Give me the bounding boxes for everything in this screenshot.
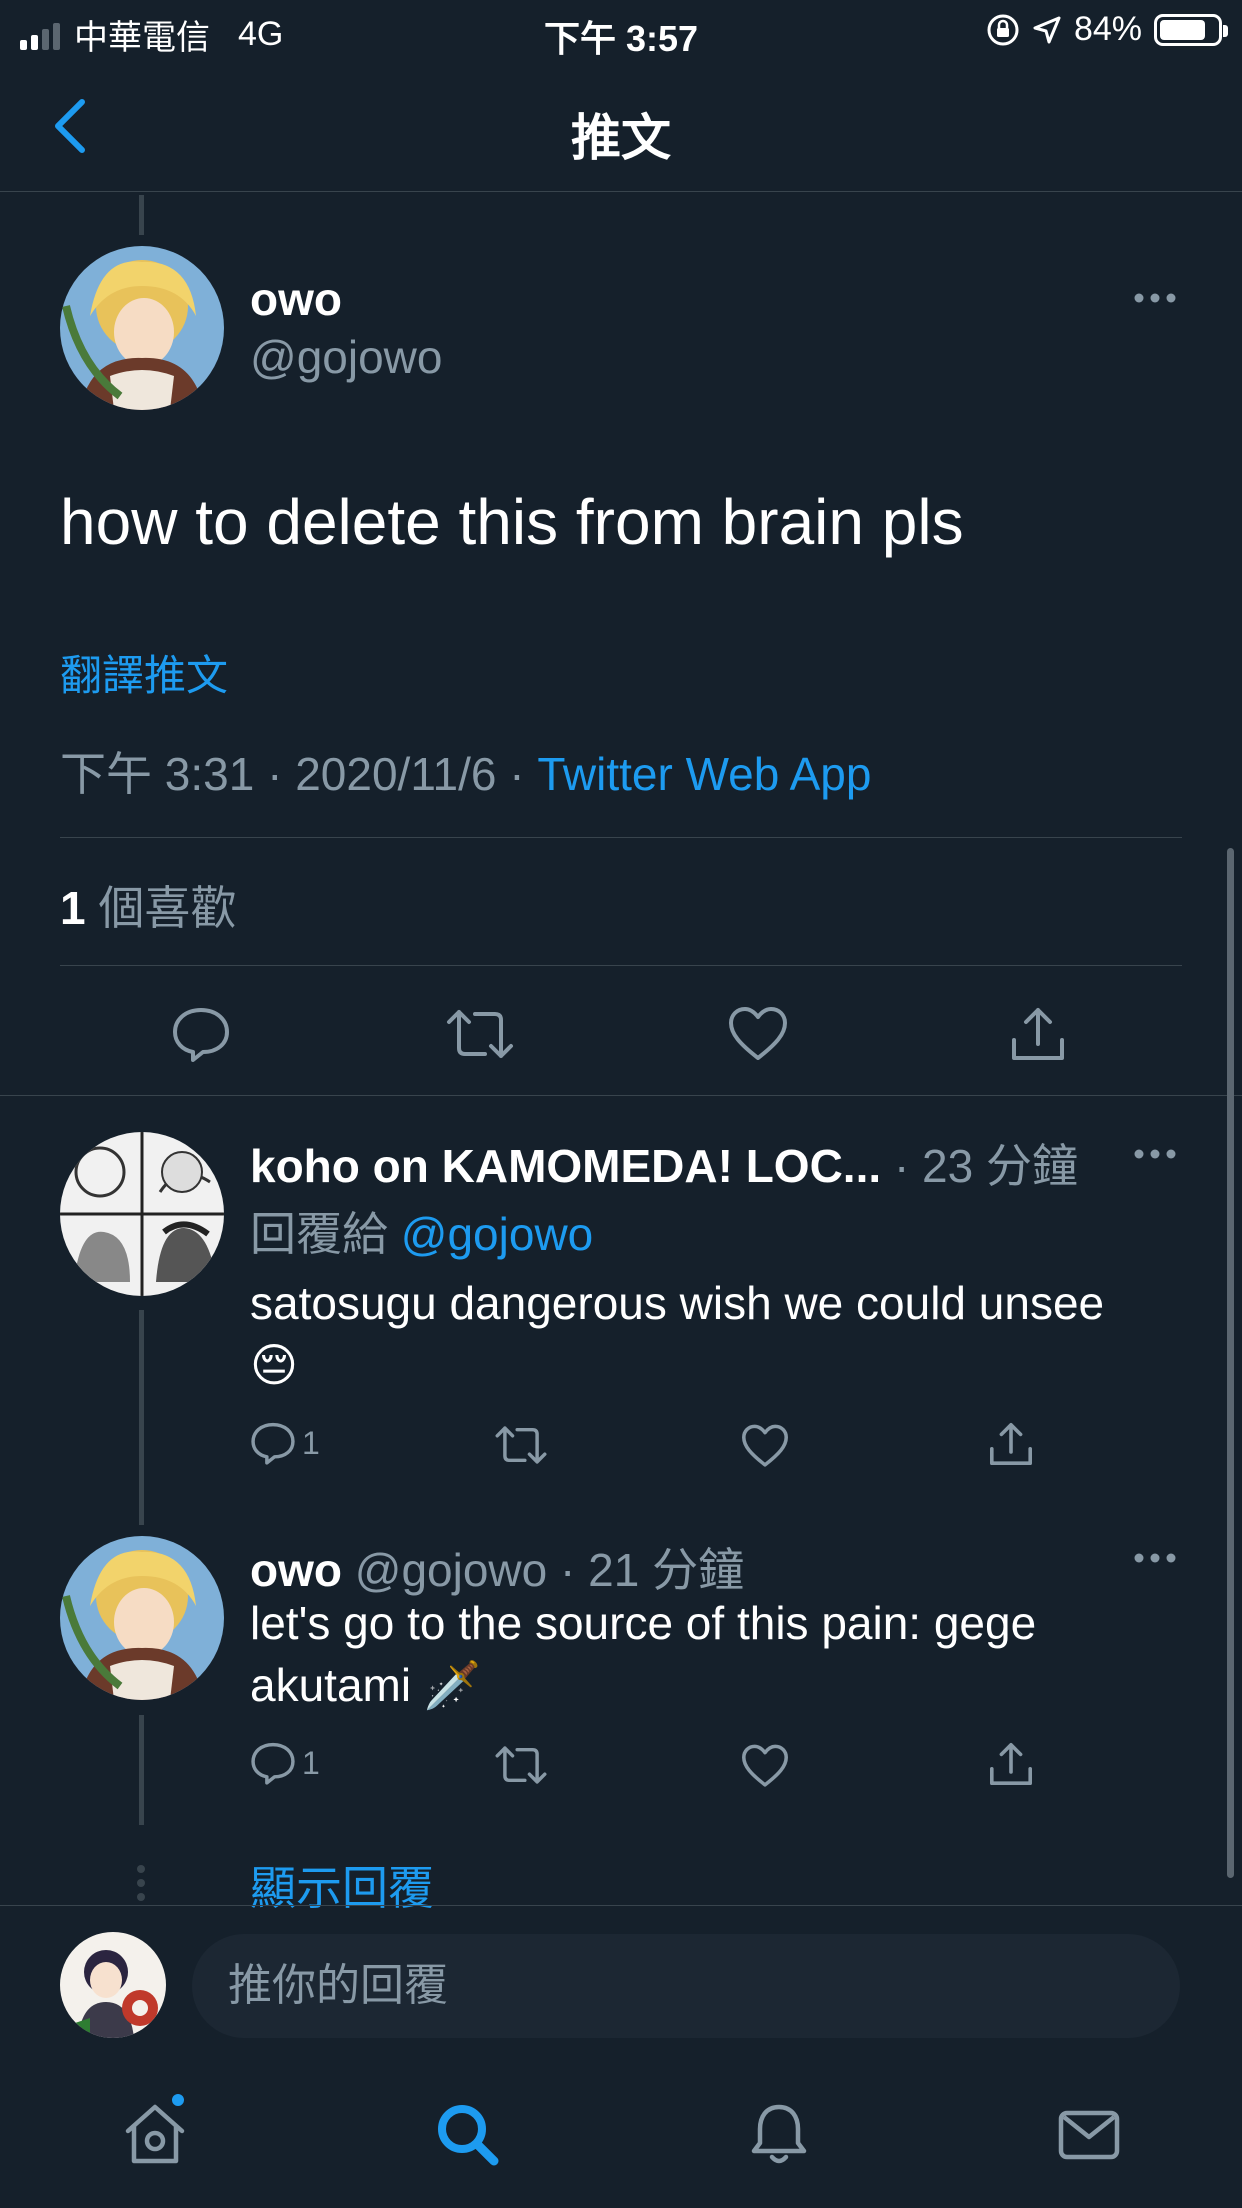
- compose-bar: 推你的回覆: [0, 1905, 1242, 2055]
- reply-input[interactable]: 推你的回覆: [192, 1934, 1180, 2038]
- share-icon[interactable]: [987, 1420, 1035, 1468]
- reply-button[interactable]: 1: [250, 1740, 320, 1786]
- tweet-detail-screen: 中華電信 4G 下午 3:57 84% 推文 owo @gojowo how t…: [0, 0, 1242, 2208]
- avatar[interactable]: [60, 246, 224, 410]
- reply-text: let's go to the source of this pain: geg…: [250, 1592, 1036, 1716]
- more-icon[interactable]: [1133, 1148, 1177, 1160]
- notification-dot: [169, 2091, 187, 2109]
- translate-tweet-link[interactable]: 翻譯推文: [60, 642, 228, 703]
- reply-count: 1: [302, 1424, 320, 1461]
- heart-icon[interactable]: [728, 1006, 788, 1062]
- more-icon[interactable]: [1133, 292, 1177, 304]
- separator: ·: [893, 1140, 923, 1192]
- reply-time: 23 分鐘: [922, 1140, 1078, 1192]
- thread-line: [139, 1715, 144, 1825]
- thread-continuation-dots: [137, 1865, 145, 1901]
- page-title: 推文: [571, 110, 671, 166]
- reply-author-name[interactable]: owo: [250, 1544, 342, 1596]
- likes-label: 個喜歡: [98, 882, 237, 934]
- reply-text-line: satosugu dangerous wish we could unsee: [250, 1277, 1105, 1329]
- tweet-time: 下午 3:31: [60, 748, 255, 800]
- author-name[interactable]: owo: [250, 272, 342, 326]
- thread-line: [139, 1310, 144, 1525]
- tweet-date: 2020/11/6: [295, 748, 497, 800]
- reply-icon: [251, 1742, 295, 1785]
- home-icon[interactable]: [122, 2101, 188, 2167]
- reply-author-name[interactable]: koho on KAMOMEDA! LOC...: [250, 1140, 881, 1192]
- share-icon[interactable]: [987, 1740, 1035, 1788]
- avatar[interactable]: [60, 1932, 166, 2038]
- likes-number: 1: [60, 882, 86, 934]
- tweet-meta: 下午 3:31 · 2020/11/6 · Twitter Web App: [60, 738, 871, 804]
- likes-count[interactable]: 1 個喜歡: [60, 872, 236, 938]
- author-handle[interactable]: @gojowo: [250, 330, 442, 384]
- tweet-source-link[interactable]: Twitter Web App: [537, 748, 871, 800]
- reply-icon: [251, 1422, 295, 1465]
- scrollbar[interactable]: [1227, 848, 1234, 1878]
- reply-text-line: akutami 🗡️: [250, 1659, 482, 1711]
- avatar[interactable]: [60, 1132, 224, 1296]
- reply-author-handle[interactable]: @gojowo: [355, 1544, 547, 1596]
- more-icon[interactable]: [1133, 1552, 1177, 1564]
- retweet-icon[interactable]: [494, 1422, 548, 1468]
- divider: [60, 837, 1182, 838]
- location-arrow-icon: [1033, 16, 1061, 43]
- reply-text-line: 😔: [250, 1339, 298, 1391]
- tweet-text: how to delete this from brain pls: [60, 486, 964, 558]
- search-icon[interactable]: [434, 2101, 500, 2167]
- replying-to-label: 回覆給: [250, 1208, 388, 1260]
- divider: [0, 1095, 1242, 1096]
- thread-line: [139, 195, 144, 235]
- heart-icon[interactable]: [741, 1424, 789, 1468]
- share-icon[interactable]: [1008, 1004, 1068, 1064]
- avatar[interactable]: [60, 1536, 224, 1700]
- reply-text: satosugu dangerous wish we could unsee 😔: [250, 1272, 1104, 1396]
- status-right: 84%: [986, 10, 1228, 49]
- divider: [60, 965, 1182, 966]
- battery-icon: [1154, 13, 1228, 46]
- reply-count: 1: [302, 1744, 320, 1781]
- separator: ·: [267, 748, 296, 800]
- separator: ·: [560, 1544, 589, 1596]
- reply-time: 21 分鐘: [588, 1544, 745, 1596]
- reply-icon[interactable]: [171, 1004, 231, 1064]
- nav-bar: 推文: [0, 62, 1242, 192]
- retweet-icon[interactable]: [445, 1004, 515, 1064]
- replying-to-handle[interactable]: @gojowo: [401, 1208, 593, 1260]
- rotation-lock-icon: [987, 14, 1019, 45]
- tab-bar: [0, 2055, 1242, 2208]
- replying-to-row: 回覆給 @gojowo: [250, 1198, 593, 1264]
- reply-author-row: owo @gojowo · 21 分鐘: [250, 1534, 744, 1600]
- separator: ·: [509, 748, 538, 800]
- reply-author-row: koho on KAMOMEDA! LOC... · 23 分鐘: [250, 1130, 1078, 1196]
- battery-percent: 84%: [1073, 10, 1142, 48]
- reply-text-line: let's go to the source of this pain: geg…: [250, 1597, 1037, 1649]
- notifications-icon[interactable]: [746, 2101, 812, 2167]
- retweet-icon[interactable]: [494, 1742, 548, 1788]
- status-bar: 中華電信 4G 下午 3:57 84%: [0, 0, 1242, 62]
- reply-button[interactable]: 1: [250, 1420, 320, 1466]
- messages-icon[interactable]: [1056, 2101, 1122, 2167]
- heart-icon[interactable]: [741, 1744, 789, 1788]
